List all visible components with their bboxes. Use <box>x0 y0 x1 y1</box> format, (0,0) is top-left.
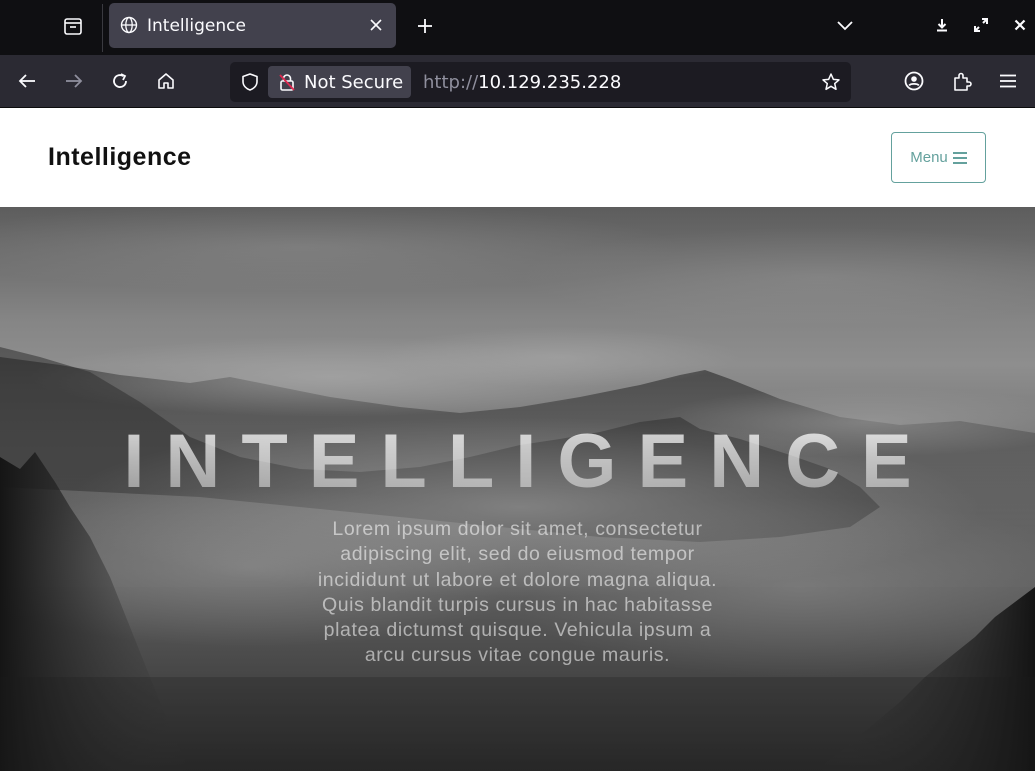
tab-overview-button[interactable] <box>58 12 88 40</box>
menu-label: Menu <box>910 149 948 166</box>
extensions-icon <box>954 72 972 91</box>
close-icon <box>370 19 382 31</box>
maximize-icon <box>974 18 988 32</box>
back-button[interactable] <box>14 68 40 94</box>
reload-icon <box>113 73 127 88</box>
url-protocol: http:// <box>423 72 479 93</box>
bars-icon <box>952 151 967 164</box>
maximize-button[interactable] <box>970 14 992 36</box>
not-secure-label: Not Secure <box>304 72 404 93</box>
navigation-toolbar: Not Secure http://10.129.235.228 <box>0 55 1035 108</box>
insecure-lock-icon <box>279 74 295 91</box>
back-arrow-icon <box>18 74 35 88</box>
site-brand[interactable]: Intelligence <box>48 143 192 172</box>
tab-intelligence[interactable]: Intelligence <box>109 3 396 48</box>
shield-icon[interactable] <box>240 72 260 92</box>
tab-overview-icon <box>64 18 82 35</box>
new-tab-button[interactable] <box>412 12 438 40</box>
account-button[interactable] <box>901 68 927 94</box>
tab-separator <box>102 4 103 52</box>
forward-arrow-icon <box>66 74 83 88</box>
extensions-button[interactable] <box>949 68 975 94</box>
close-window-icon <box>1014 19 1026 31</box>
plus-icon <box>418 19 432 33</box>
chevron-down-icon <box>837 21 853 31</box>
home-button[interactable] <box>153 68 179 94</box>
site-security-button[interactable]: Not Secure <box>268 66 411 98</box>
home-icon <box>158 73 174 89</box>
close-tab-button[interactable] <box>366 15 386 35</box>
address-bar[interactable]: Not Secure http://10.129.235.228 <box>230 62 851 102</box>
reload-button[interactable] <box>107 68 133 94</box>
hero-description: Lorem ipsum dolor sit amet, consectetur … <box>317 518 718 667</box>
web-page: Intelligence Menu INTELLIGENCE Lorem ips… <box>0 108 1035 771</box>
menu-button[interactable]: Menu <box>891 132 986 183</box>
globe-icon <box>120 16 138 34</box>
minimize-button[interactable] <box>931 14 953 36</box>
url-text[interactable]: http://10.129.235.228 <box>423 72 621 93</box>
forward-button[interactable] <box>61 68 87 94</box>
minimize-icon <box>937 19 947 32</box>
tab-title: Intelligence <box>147 16 246 36</box>
hero-section: INTELLIGENCE Lorem ipsum dolor sit amet,… <box>0 207 1035 771</box>
close-window-button[interactable] <box>1009 14 1031 36</box>
account-icon <box>904 71 924 91</box>
tab-strip: Intelligence <box>0 0 1035 55</box>
star-icon[interactable] <box>821 72 841 92</box>
url-host: 10.129.235.228 <box>478 72 622 93</box>
hamburger-icon <box>1000 74 1016 88</box>
app-menu-button[interactable] <box>995 68 1021 94</box>
hero-title: INTELLIGENCE <box>0 417 1035 507</box>
site-header: Intelligence Menu <box>0 108 1035 207</box>
list-all-tabs-button[interactable] <box>834 14 856 36</box>
